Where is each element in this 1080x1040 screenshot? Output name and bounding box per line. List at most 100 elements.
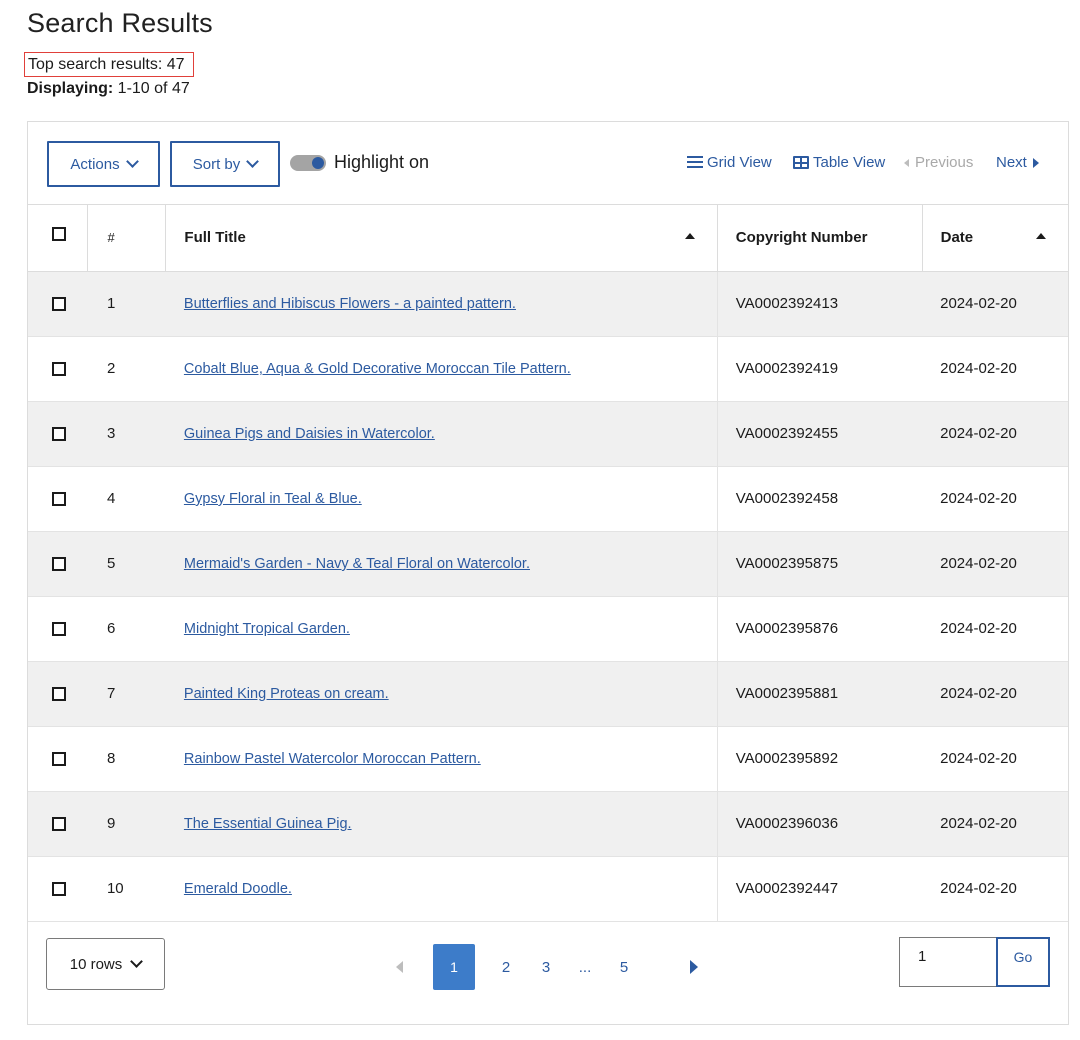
row-copyright-number: VA0002392458 <box>716 466 923 532</box>
row-number: 8 <box>87 726 166 792</box>
table-icon <box>793 156 809 169</box>
table-row: 4 Gypsy Floral in Teal & Blue. VA000239245… <box>28 466 1068 532</box>
previous-label: Previous <box>915 154 974 171</box>
caret-left-icon[interactable] <box>396 961 403 973</box>
top-results-count: Top search results: 47 <box>24 52 194 77</box>
rows-per-page-label: 10 rows <box>69 955 123 973</box>
row-copyright-number: VA0002392447 <box>716 856 923 922</box>
table-row: 2 Cobalt Blue, Aqua & Gold Decorative Mor… <box>28 336 1068 402</box>
row-title-cell: Emerald Doodle. <box>165 856 718 922</box>
chevron-down-icon <box>246 155 260 168</box>
row-title-link[interactable]: Painted King Proteas on cream. <box>184 686 389 702</box>
select-all-cell <box>28 205 89 272</box>
table-row: 9 The Essential Guinea Pig. VA0002396036 20… <box>28 791 1068 857</box>
grid-view-link[interactable]: Grid View <box>687 154 772 171</box>
table-row: 1 Butterflies and Hibiscus Flowers - a pa… <box>28 271 1068 337</box>
row-number: 10 <box>87 856 166 922</box>
row-title-link[interactable]: Cobalt Blue, Aqua & Gold Decorative Moro… <box>184 361 571 377</box>
page-5-button[interactable]: 5 <box>610 959 638 976</box>
previous-link[interactable]: Previous <box>904 154 973 171</box>
row-checkbox[interactable] <box>52 817 66 832</box>
row-checkbox[interactable] <box>52 297 66 312</box>
next-label: Next <box>996 154 1027 171</box>
row-checkbox[interactable] <box>52 687 66 702</box>
row-title-link[interactable]: Butterflies and Hibiscus Flowers - a pai… <box>184 296 516 312</box>
sort-by-button[interactable]: Sort by <box>170 141 280 187</box>
page-1-button[interactable]: 1 <box>433 944 475 990</box>
results-table: # Full Title Copyright Number Date 1 Butt… <box>28 205 1068 922</box>
row-checkbox[interactable] <box>52 427 66 442</box>
row-checkbox[interactable] <box>52 557 66 572</box>
row-date: 2024-02-20 <box>922 661 1068 727</box>
sort-ascending-icon[interactable] <box>684 233 695 239</box>
highlight-toggle[interactable] <box>290 155 326 171</box>
row-copyright-number: VA0002392413 <box>716 271 923 337</box>
header-full-title-label: Full Title <box>184 229 246 247</box>
row-title-link[interactable]: Midnight Tropical Garden. <box>184 621 350 637</box>
row-checkbox-cell <box>28 856 88 922</box>
table-view-link[interactable]: Table View <box>793 154 885 171</box>
caret-right-icon <box>1032 157 1039 168</box>
highlight-label: Highlight on <box>334 152 430 172</box>
row-number: 7 <box>87 661 166 727</box>
row-title-cell: Butterflies and Hibiscus Flowers - a pai… <box>165 271 718 337</box>
header-date-label: Date <box>940 229 974 247</box>
header-date[interactable]: Date <box>922 205 1068 272</box>
sort-ascending-icon[interactable] <box>1036 233 1046 239</box>
actions-button[interactable]: Actions <box>47 141 160 187</box>
page-number-input[interactable] <box>899 937 997 987</box>
row-date: 2024-02-20 <box>922 401 1068 467</box>
row-title-link[interactable]: Gypsy Floral in Teal & Blue. <box>184 491 362 507</box>
table-row: 3 Guinea Pigs and Daisies in Watercolor. V… <box>28 401 1068 467</box>
grid-view-label: Grid View <box>707 154 772 171</box>
row-title-cell: Cobalt Blue, Aqua & Gold Decorative Moro… <box>165 336 718 402</box>
row-copyright-number: VA0002395892 <box>716 726 923 792</box>
row-checkbox-cell <box>28 271 88 337</box>
row-checkbox-cell <box>28 466 88 532</box>
caret-right-icon[interactable] <box>690 960 698 974</box>
pagination-footer: 10 rows 1 2 3 ... 5 Go <box>28 922 1068 1025</box>
actions-label: Actions <box>70 155 120 173</box>
row-date: 2024-02-20 <box>922 856 1068 922</box>
select-all-checkbox[interactable] <box>52 227 66 242</box>
row-title-link[interactable]: Rainbow Pastel Watercolor Moroccan Patte… <box>184 751 481 767</box>
row-title-cell: Gypsy Floral in Teal & Blue. <box>165 466 718 532</box>
row-title-cell: Painted King Proteas on cream. <box>165 661 718 727</box>
row-copyright-number: VA0002392419 <box>716 336 923 402</box>
row-checkbox-cell <box>28 401 88 467</box>
row-number: 3 <box>87 401 166 467</box>
page-2-button[interactable]: 2 <box>492 959 520 976</box>
rows-per-page-select[interactable]: 10 rows <box>46 938 165 990</box>
row-copyright-number: VA0002395881 <box>716 661 923 727</box>
row-number: 5 <box>87 531 166 597</box>
row-checkbox[interactable] <box>52 492 66 507</box>
caret-left-icon <box>904 158 909 167</box>
chevron-down-icon <box>125 155 139 168</box>
row-title-link[interactable]: Guinea Pigs and Daisies in Watercolor. <box>184 426 435 442</box>
header-full-title[interactable]: Full Title <box>165 205 718 272</box>
row-number: 4 <box>87 466 166 532</box>
row-copyright-number: VA0002396036 <box>716 791 923 857</box>
row-date: 2024-02-20 <box>922 726 1068 792</box>
next-link[interactable]: Next <box>996 154 1039 171</box>
row-title-link[interactable]: The Essential Guinea Pig. <box>184 816 352 832</box>
displaying-label: Displaying: <box>27 80 114 97</box>
table-header-row: # Full Title Copyright Number Date <box>28 205 1068 272</box>
row-checkbox[interactable] <box>52 752 66 767</box>
row-title-link[interactable]: Mermaid's Garden - Navy & Teal Floral on… <box>184 556 530 572</box>
row-number: 9 <box>87 791 166 857</box>
sort-by-label: Sort by <box>192 155 241 173</box>
page-3-button[interactable]: 3 <box>532 959 560 976</box>
header-number: # <box>87 205 167 272</box>
row-checkbox[interactable] <box>52 882 66 897</box>
row-title-link[interactable]: Emerald Doodle. <box>184 881 292 897</box>
row-title-cell: Midnight Tropical Garden. <box>165 596 718 662</box>
pager: 1 2 3 ... 5 <box>396 944 698 990</box>
page-ellipsis: ... <box>578 958 592 976</box>
go-button[interactable]: Go <box>996 937 1050 987</box>
row-checkbox[interactable] <box>52 622 66 637</box>
results-toolbar: Actions Sort by Highlight on Grid View T… <box>28 122 1068 205</box>
row-title-cell: Rainbow Pastel Watercolor Moroccan Patte… <box>165 726 718 792</box>
row-copyright-number: VA0002395875 <box>716 531 923 597</box>
row-checkbox[interactable] <box>52 362 66 377</box>
